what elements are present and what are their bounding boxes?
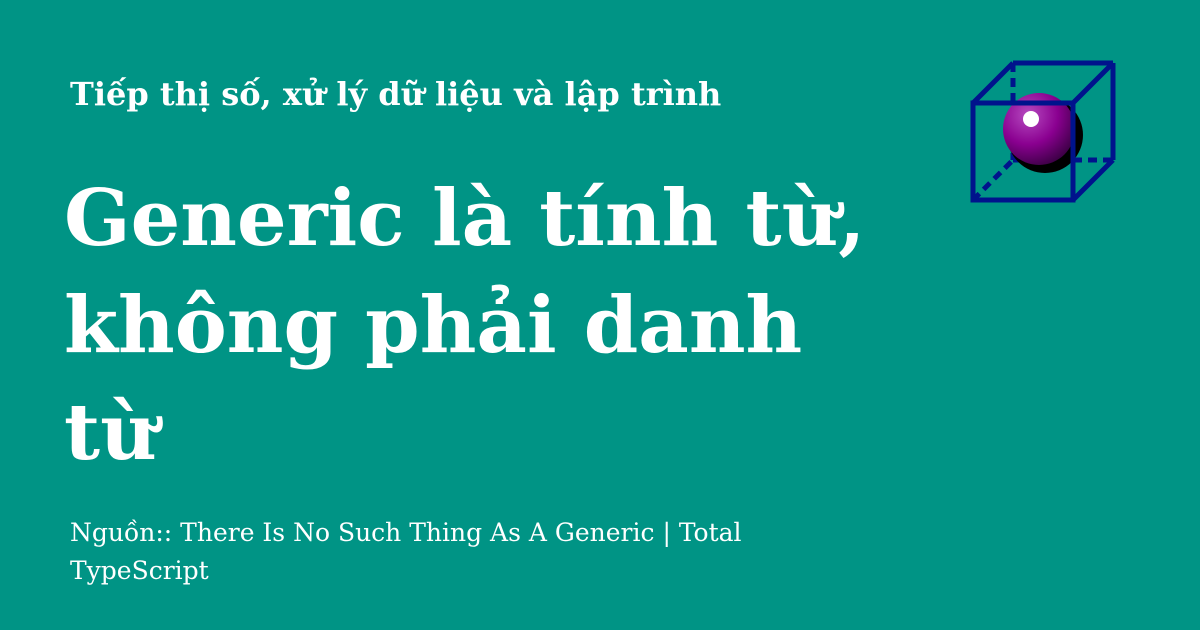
article-source: Nguồn:: There Is No Such Thing As A Gene…: [70, 518, 742, 585]
site-name: Tiếp thị số, xử lý dữ liệu và lập trình: [70, 75, 722, 113]
article-title: Generic là tính từ, không phải danh từ: [64, 173, 866, 478]
cube-sphere-logo-icon: [970, 60, 1116, 203]
